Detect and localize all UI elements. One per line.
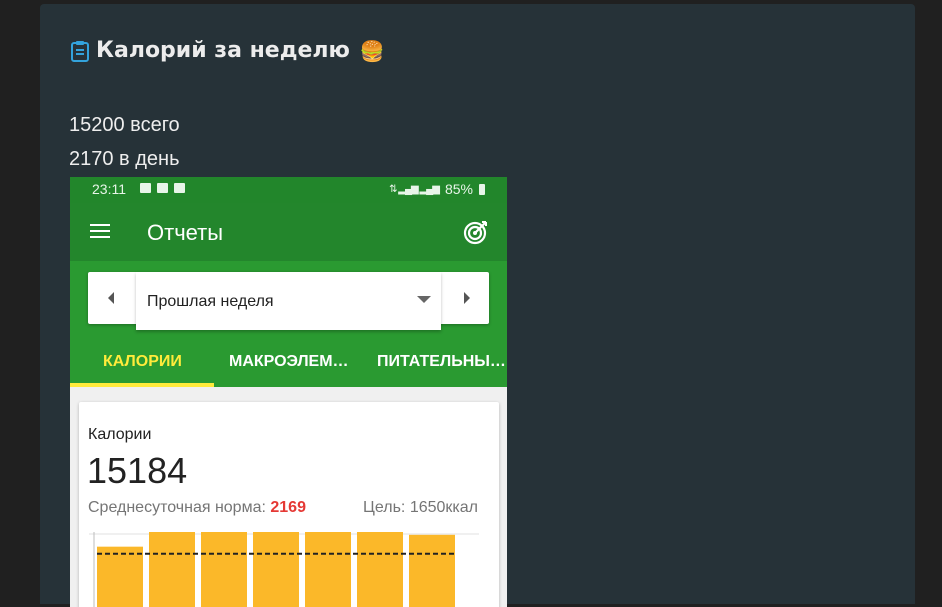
goal-text: Цель: 1650ккал — [363, 499, 478, 516]
next-period-button[interactable] — [441, 272, 489, 324]
tab-nutrients[interactable]: ПИТАТЕЛЬНЫ… — [377, 353, 506, 371]
clipboard-icon — [71, 40, 89, 62]
post-card: Калорий за неделю 🍔 15200 всего 2170 в д… — [40, 4, 915, 607]
report-total: 15184 — [87, 450, 188, 491]
signal-icon: ⇅ ▂▄▆ ▂▄▆ — [389, 183, 440, 195]
daily-average: Среднесуточная норма: 2169 — [88, 499, 306, 517]
calories-report-card: Калории 15184 Среднесуточная норма: 2169… — [79, 402, 499, 607]
menu-icon[interactable] — [90, 224, 110, 238]
chart-bar — [149, 532, 195, 607]
daily-average-label: Среднесуточная норма: — [88, 499, 266, 516]
battery-percent: 85% — [444, 181, 473, 197]
battery-icon — [479, 183, 485, 195]
daily-average-value: 2169 — [270, 499, 306, 516]
per-day-line: 2170 в день — [69, 148, 180, 170]
app-icon — [174, 183, 185, 193]
tab-calories[interactable]: КАЛОРИИ — [103, 353, 182, 371]
tab-macros[interactable]: МАКРОЭЛЕМ… — [229, 353, 349, 371]
post-title: Калорий за неделю 🍔 — [70, 38, 385, 63]
post-title-text: Калорий за неделю — [96, 38, 350, 63]
folder-icon — [157, 183, 168, 193]
notification-icons — [140, 183, 185, 193]
active-tab-indicator — [70, 383, 214, 387]
chart-bar — [409, 534, 455, 607]
calories-bar-chart — [89, 532, 479, 607]
report-title: Калории — [88, 426, 152, 443]
toolbar-title: Отчеты — [147, 220, 224, 245]
chart-bar — [201, 532, 247, 607]
period-dropdown[interactable]: Прошлая неделя — [136, 272, 441, 330]
chart-bar — [253, 532, 299, 607]
status-right: ⇅ ▂▄▆ ▂▄▆ 85% — [389, 181, 485, 197]
chart-bar — [357, 532, 403, 607]
period-dropdown-value: Прошлая неделя — [147, 293, 274, 310]
tabs-area: Прошлая неделя КАЛОРИИ МАКРОЭЛЕМ… ПИТАТЕ… — [70, 261, 507, 387]
image-icon — [140, 183, 151, 193]
previous-period-button[interactable] — [88, 272, 136, 324]
status-time: 23:11 — [92, 181, 126, 197]
target-icon[interactable] — [463, 219, 489, 245]
phone-screenshot: 23:11 ⇅ ▂▄▆ ▂▄▆ 85% Отчеты Прошлая недел… — [70, 177, 507, 607]
burger-emoji: 🍔 — [359, 38, 385, 63]
total-calories-line: 15200 всего — [69, 114, 180, 136]
app-toolbar: Отчеты — [70, 203, 507, 261]
status-bar: 23:11 ⇅ ▂▄▆ ▂▄▆ 85% — [70, 177, 507, 203]
period-selector: Прошлая неделя — [88, 272, 489, 330]
chart-bar — [305, 532, 351, 607]
chevron-down-icon — [417, 296, 431, 303]
chart-bar — [97, 546, 143, 607]
